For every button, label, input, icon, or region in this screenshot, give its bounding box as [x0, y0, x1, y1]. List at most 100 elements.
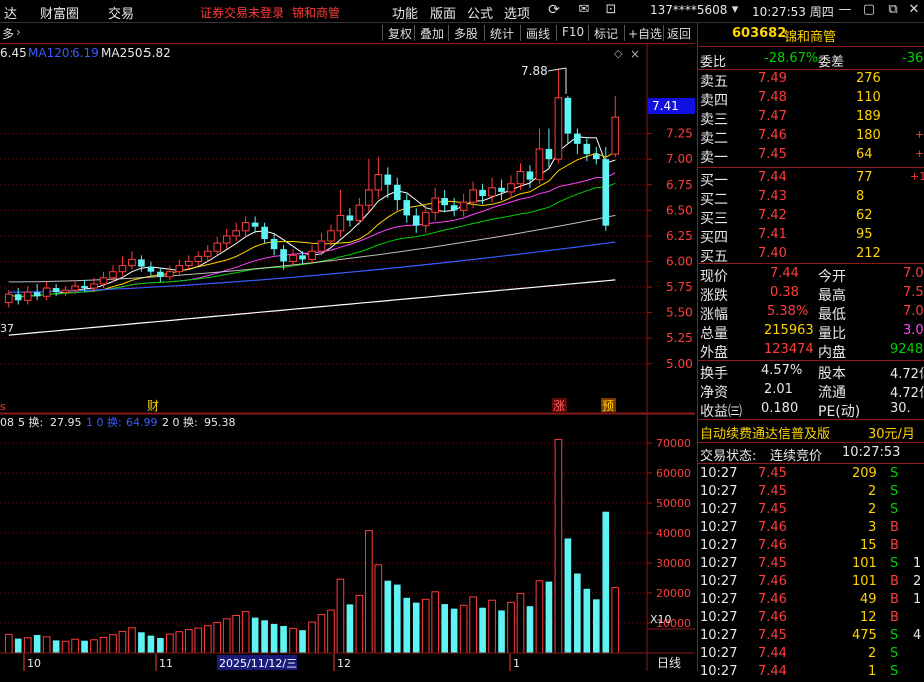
- volume-bar: [346, 604, 354, 653]
- cai-marker[interactable]: 财: [147, 399, 159, 413]
- tick-row[interactable]: 10:27 7.45 2 S: [698, 502, 924, 520]
- ask-price[interactable]: 7.46: [758, 128, 787, 143]
- tick-price: 7.44: [758, 664, 787, 679]
- close-panel-icon[interactable]: ×: [630, 47, 640, 61]
- menu-item-jiaoyi[interactable]: 交易: [108, 3, 134, 22]
- tab-add-watchlist[interactable]: +自选: [628, 25, 662, 42]
- volume-axis: 70000600005000040000300002000010000: [647, 437, 691, 630]
- menu-item-gongneng[interactable]: 功能: [392, 3, 418, 22]
- tick-side: B: [890, 610, 899, 625]
- candle-body: [42, 287, 51, 297]
- bid-price[interactable]: 7.42: [758, 208, 787, 223]
- ask-price[interactable]: 7.45: [758, 147, 787, 162]
- candle-body: [431, 197, 440, 213]
- bid-row[interactable]: 买五 7.40 212: [698, 246, 924, 265]
- lock-icon[interactable]: ⊡: [602, 2, 620, 18]
- tick-row[interactable]: 10:27 7.44 2 S: [698, 646, 924, 664]
- promo-text[interactable]: 自动续费通达信普及版: [700, 423, 830, 442]
- candle-body: [157, 271, 164, 277]
- diamond-icon[interactable]: ◇: [614, 47, 623, 60]
- bid-price[interactable]: 7.44: [758, 170, 787, 185]
- bid-price[interactable]: 7.41: [758, 227, 787, 242]
- chart-toolbar: 多 › 复权 叠加 多股 统计 画线 F10 标记 +自选 返回: [0, 23, 695, 44]
- tick-row[interactable]: 10:27 7.45 101 S 1: [698, 556, 924, 574]
- account-id[interactable]: 137****5608: [650, 3, 727, 17]
- volume-bar: [308, 621, 316, 654]
- bid-row[interactable]: 买三 7.42 62: [698, 208, 924, 227]
- volume-bar: [213, 621, 222, 654]
- stat-label: 现价: [700, 269, 728, 285]
- ask-row[interactable]: 卖四 7.48 110: [698, 90, 924, 109]
- account-dropdown-icon[interactable]: ▾: [726, 2, 744, 18]
- tab-fuquan[interactable]: 复权: [388, 25, 412, 42]
- tab-huaxian[interactable]: 画线: [526, 25, 550, 42]
- bid-row[interactable]: 买一 7.44 77 +1: [698, 170, 924, 189]
- tick-row[interactable]: 10:27 7.46 15 B: [698, 538, 924, 556]
- menu-item-xuanxiang[interactable]: 选项: [504, 3, 530, 22]
- tab-duogu[interactable]: 多股: [454, 25, 478, 42]
- toolbar-multi-label[interactable]: 多: [2, 25, 14, 42]
- promo-price[interactable]: 30元/月: [868, 423, 915, 442]
- chevron-right-icon[interactable]: ›: [16, 25, 21, 39]
- mail-icon[interactable]: ✉: [575, 2, 593, 18]
- volume-bar: [166, 633, 174, 654]
- tab-biaoji[interactable]: 标记: [594, 25, 618, 42]
- ask-price[interactable]: 7.47: [758, 109, 787, 124]
- tab-back[interactable]: 返回: [667, 25, 691, 42]
- tab-diejia[interactable]: 叠加: [420, 25, 444, 42]
- ma20-line: [8, 172, 616, 298]
- close-icon[interactable]: ✕: [905, 2, 923, 18]
- kline-chart[interactable]: 6.45 MA120: 6.19 MA250: 5.82 ◇ × 7.25 7.0…: [0, 44, 695, 671]
- trade-login-warning[interactable]: 证券交易未登录: [200, 4, 284, 21]
- bid-volume: 95: [856, 227, 873, 242]
- tab-tongji[interactable]: 统计: [490, 25, 514, 42]
- candle-body: [33, 292, 41, 297]
- tick-row[interactable]: 10:27 7.46 49 B 1: [698, 592, 924, 610]
- ask-volume: 110: [856, 90, 881, 105]
- vol-ma5-value: 27.95: [50, 416, 82, 429]
- price-tick-label: 5.00: [666, 357, 693, 371]
- volume-bar: [232, 615, 241, 654]
- period-label[interactable]: 日线: [657, 656, 681, 670]
- menu-item-app[interactable]: 达: [4, 3, 17, 22]
- tab-f10[interactable]: F10: [562, 25, 584, 39]
- bid-row[interactable]: 买二 7.43 8: [698, 189, 924, 208]
- volume-bar: [4, 633, 13, 654]
- restore-icon[interactable]: ⧉: [884, 2, 902, 18]
- ask-row[interactable]: 卖二 7.46 180 +: [698, 128, 924, 147]
- tick-row[interactable]: 10:27 7.45 2 S: [698, 484, 924, 502]
- ask-price[interactable]: 7.48: [758, 90, 787, 105]
- refresh-icon[interactable]: ⟳: [545, 2, 563, 18]
- promo-row[interactable]: 自动续费通达信普及版 30元/月: [698, 423, 924, 442]
- ask-row[interactable]: 卖一 7.45 64 +: [698, 147, 924, 166]
- menu-item-caifuquan[interactable]: 财富圈: [40, 3, 79, 22]
- volume-bar: [450, 608, 458, 653]
- ask-row[interactable]: 卖五 7.49 276: [698, 71, 924, 90]
- menu-item-gongshi[interactable]: 公式: [467, 3, 493, 22]
- zhang-marker[interactable]: 涨: [553, 398, 565, 413]
- volume-legend-prefix: 08: [0, 416, 14, 429]
- yu-marker[interactable]: 预: [602, 399, 614, 413]
- menu-item-banmian[interactable]: 版面: [430, 3, 456, 22]
- tick-price: 7.46: [758, 610, 787, 625]
- tick-row[interactable]: 10:27 7.46 101 B 2: [698, 574, 924, 592]
- tick-row[interactable]: 10:27 7.46 12 B: [698, 610, 924, 628]
- tick-volume: 3: [868, 520, 877, 535]
- maximize-icon[interactable]: ▢: [860, 2, 878, 18]
- tick-row[interactable]: 10:27 7.44 1 S: [698, 664, 924, 682]
- stat-label: PE(动): [818, 404, 861, 420]
- quote-stat-row: 外盘 123474 内盘 9248: [698, 342, 924, 361]
- minimize-icon[interactable]: —: [836, 2, 854, 18]
- ask-row[interactable]: 卖三 7.47 189: [698, 109, 924, 128]
- tick-row[interactable]: 10:27 7.46 3 B: [698, 520, 924, 538]
- trade-status-time: 10:27:53: [842, 445, 901, 460]
- volume-bar: [289, 627, 297, 654]
- bid-price[interactable]: 7.43: [758, 189, 787, 204]
- stat-label: 量比: [818, 326, 846, 342]
- tick-row[interactable]: 10:27 7.45 475 S 4: [698, 628, 924, 646]
- tick-row[interactable]: 10:27 7.45 209 S: [698, 466, 924, 484]
- bid-price[interactable]: 7.40: [758, 246, 787, 261]
- ask-price[interactable]: 7.49: [758, 71, 787, 86]
- ask-volume: 276: [856, 71, 881, 86]
- bid-row[interactable]: 买四 7.41 95: [698, 227, 924, 246]
